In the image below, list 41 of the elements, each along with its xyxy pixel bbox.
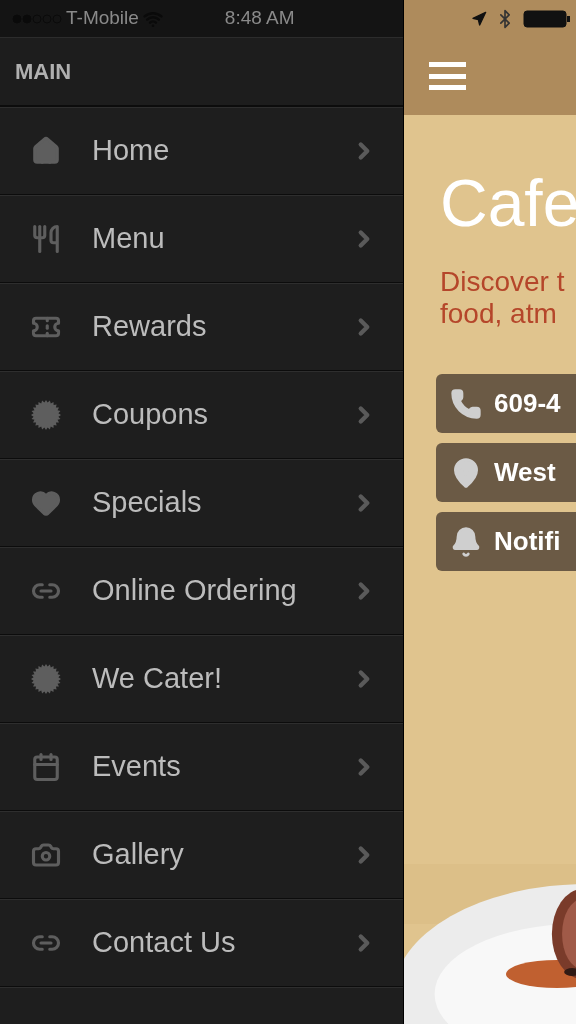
menu-label: Online Ordering <box>92 573 298 609</box>
menu-item[interactable]: Coupons <box>0 371 403 459</box>
bell-icon <box>450 525 482 558</box>
action-button[interactable]: Notifi <box>436 512 576 571</box>
action-button[interactable]: 609-4 <box>436 374 576 433</box>
menu-item[interactable]: Contact Us <box>0 899 403 987</box>
phone-icon <box>450 387 482 420</box>
tagline-line: Discover t <box>440 266 566 298</box>
starburst-icon <box>31 400 61 430</box>
cafe-title: Cafe <box>440 170 576 236</box>
menu-label: Contact Us <box>92 925 237 961</box>
menu-label: Coupons <box>92 397 210 433</box>
action-button[interactable]: West <box>436 443 576 502</box>
camera-icon <box>31 840 61 870</box>
menu-item[interactable]: Menu <box>0 195 403 283</box>
menu-item[interactable]: We Cater! <box>0 635 403 723</box>
tagline-line: food, atm <box>440 298 558 330</box>
starburst-icon <box>31 664 61 694</box>
menu-item[interactable]: Rewards <box>0 283 403 371</box>
menu-item[interactable]: Home <box>0 107 403 195</box>
menu-item[interactable]: Events <box>0 723 403 811</box>
menu-label: Home <box>92 133 171 169</box>
fork-knife-icon <box>31 224 61 254</box>
heart-icon <box>31 488 61 518</box>
menu-item[interactable]: Specials <box>0 459 403 547</box>
location-arrow-icon <box>471 10 488 27</box>
menu-item[interactable]: Online Ordering <box>0 547 403 635</box>
section-title: MAIN <box>15 58 72 86</box>
menu-label: Menu <box>92 221 166 257</box>
calendar-icon <box>31 752 61 782</box>
clock-time: 8:48 AM <box>224 6 295 31</box>
menu-item[interactable]: Gallery <box>0 811 403 899</box>
menu-label: Specials <box>92 485 203 521</box>
menu-label: We Cater! <box>92 661 223 697</box>
menu-label: Events <box>92 749 182 785</box>
menu-label: Gallery <box>92 837 185 873</box>
battery-icon <box>523 8 572 29</box>
carrier-name: T-Mobile <box>66 6 139 31</box>
house-icon <box>31 136 61 166</box>
menu-button[interactable] <box>429 62 466 90</box>
menu-label: Rewards <box>92 309 208 345</box>
